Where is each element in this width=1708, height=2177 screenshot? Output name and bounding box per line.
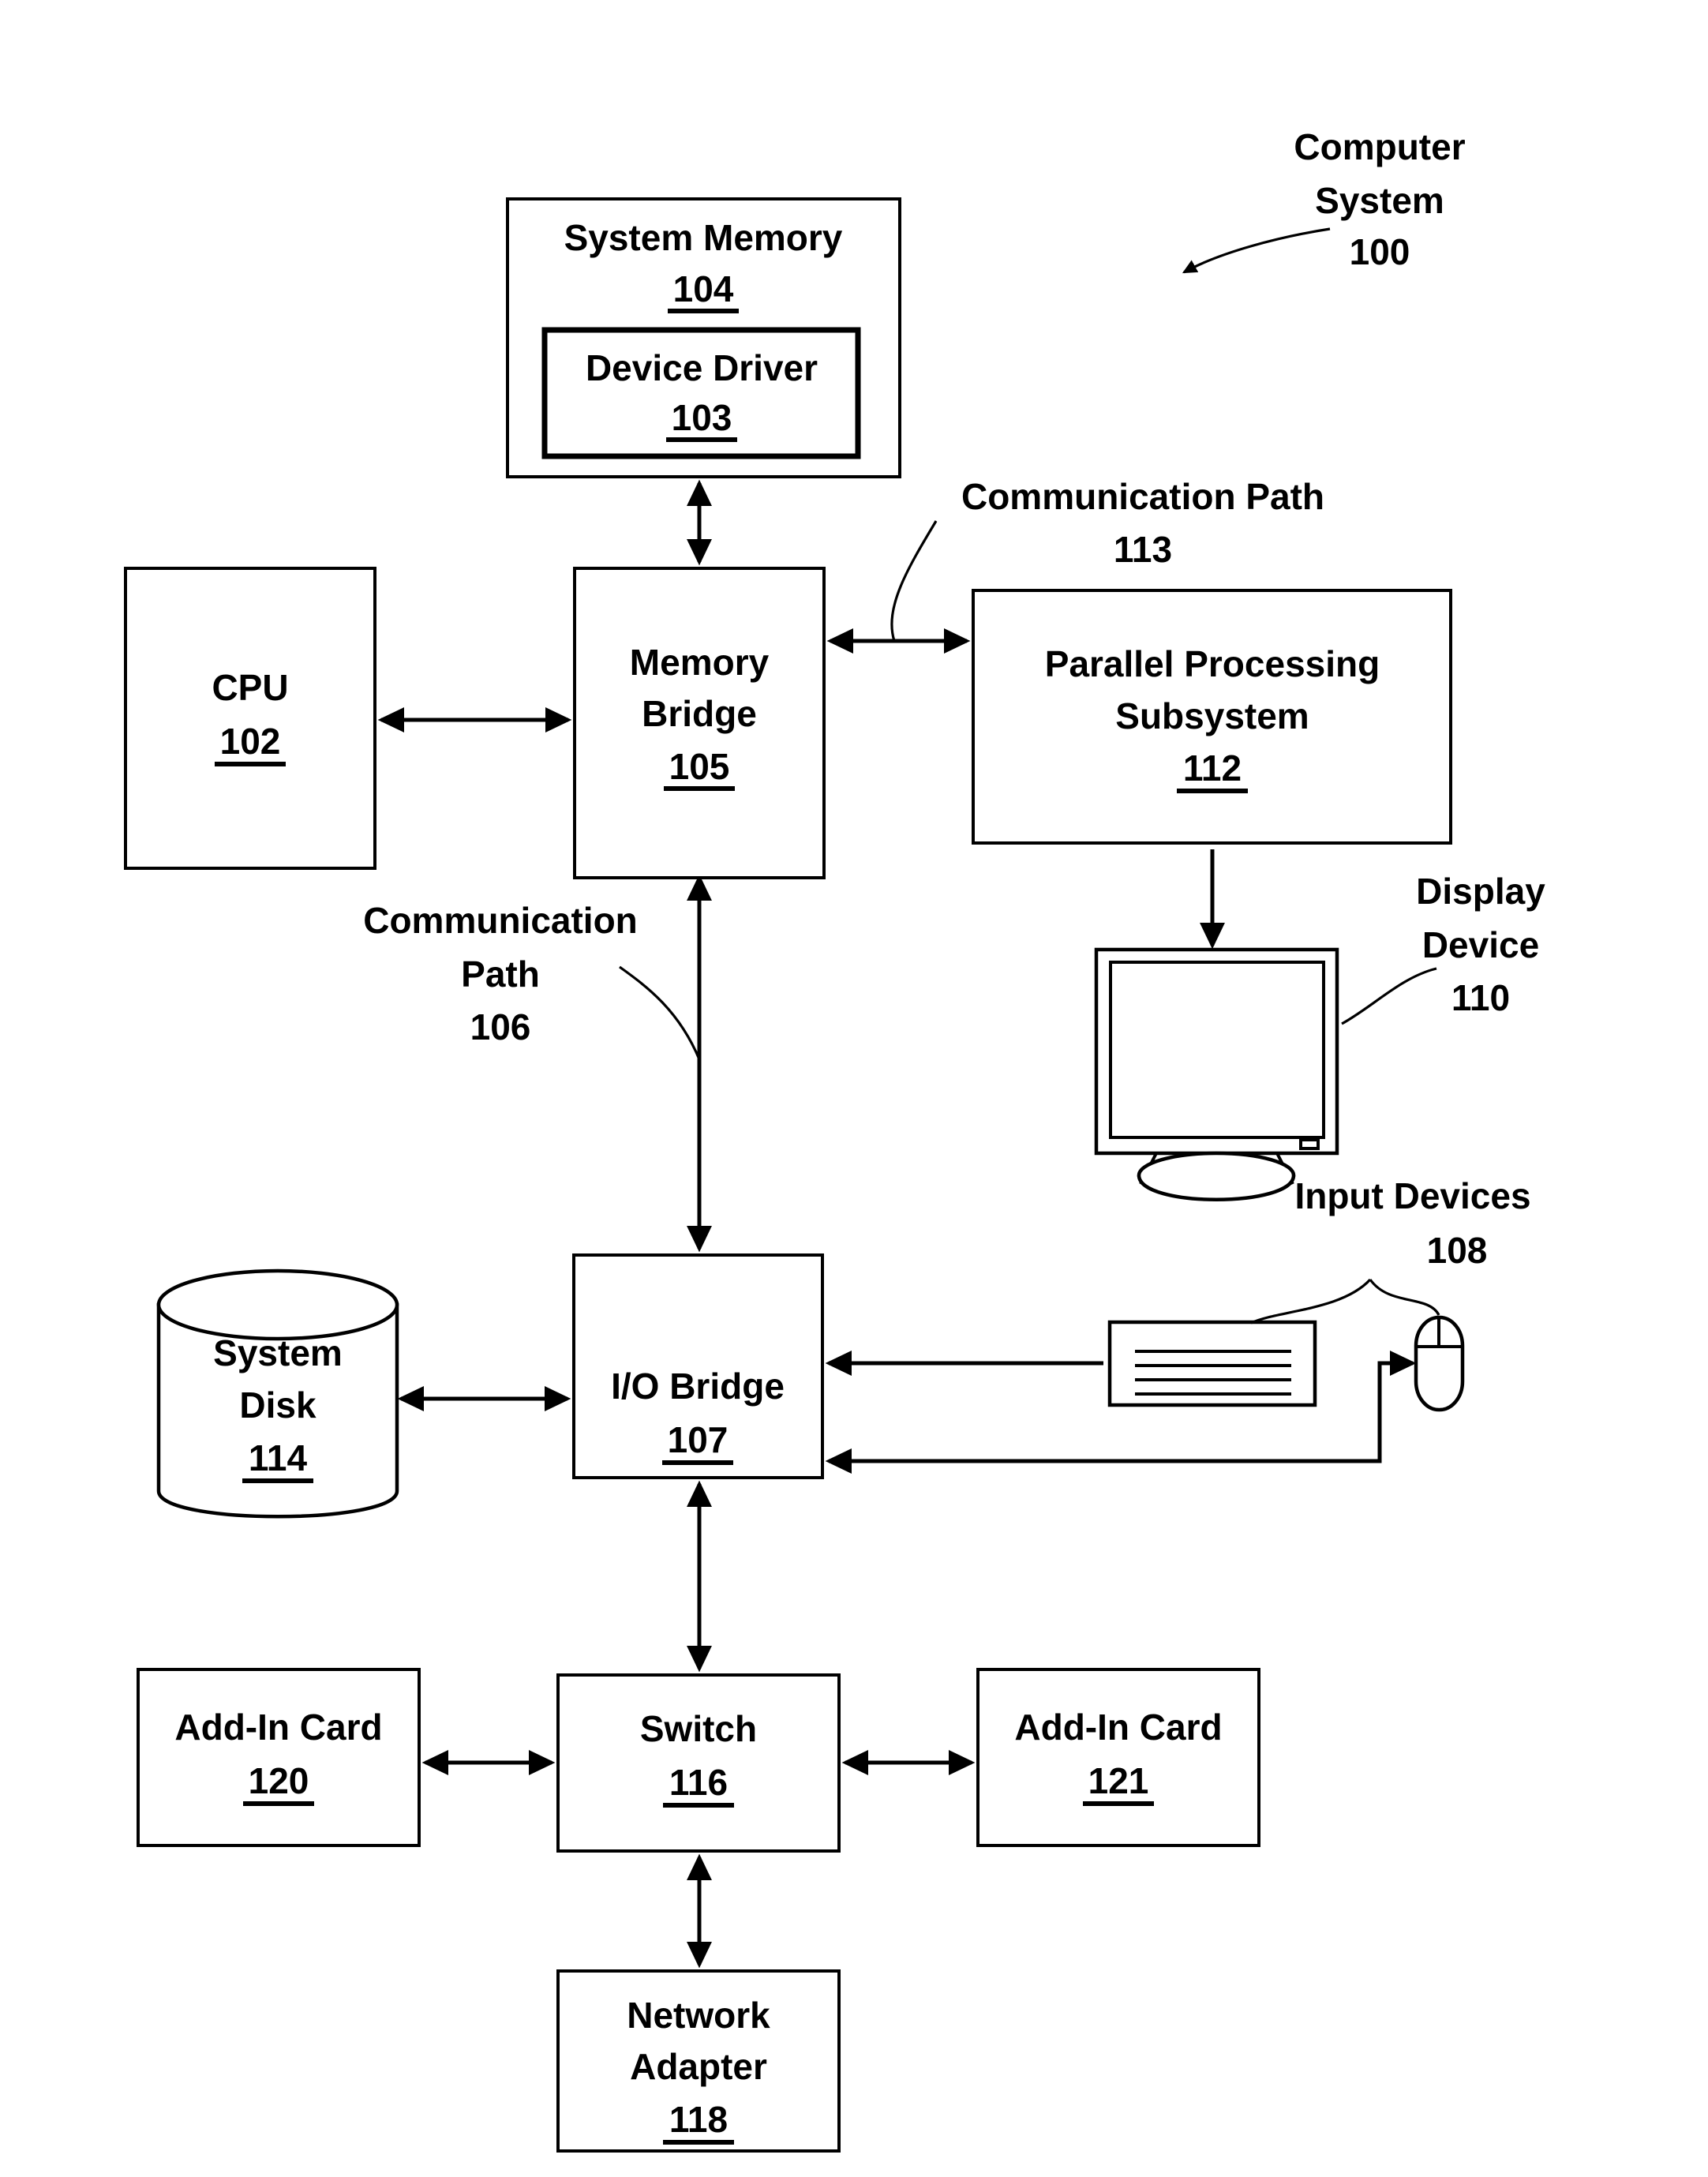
system-disk-line2: Disk <box>239 1385 317 1426</box>
switch-label: Switch <box>640 1708 757 1749</box>
add-in-card-121-label: Add-In Card <box>1014 1707 1222 1748</box>
block-parallel-processing-subsystem[interactable]: Parallel Processing Subsystem 112 <box>972 589 1452 845</box>
comm-path-106-line1: Communication <box>363 900 638 941</box>
mouse-icon <box>1414 1315 1465 1412</box>
block-io-bridge[interactable]: I/O Bridge 107 <box>572 1253 824 1479</box>
input-devices-leader-mouse <box>1369 1279 1440 1316</box>
block-add-in-card-121[interactable]: Add-In Card 121 <box>976 1668 1260 1847</box>
block-switch[interactable]: Switch 116 <box>556 1673 841 1853</box>
add-in-card-120-label: Add-In Card <box>174 1707 382 1748</box>
switch-ref: 116 <box>669 1762 728 1803</box>
comm-path-113-leader-line <box>890 520 938 642</box>
cpu-box <box>124 567 376 870</box>
display-device-ref: 110 <box>1451 977 1510 1018</box>
annotation-comm-path-106: Communication Path 106 <box>363 900 701 1060</box>
network-adapter-ref: 118 <box>669 2099 728 2140</box>
device-driver-label: Device Driver <box>586 347 818 388</box>
input-devices-ref: 108 <box>1427 1230 1488 1271</box>
input-devices-leader-keyboard <box>1250 1278 1372 1325</box>
annotation-display-device: Display Device 110 <box>1341 871 1545 1025</box>
monitor-base-lower <box>1137 1175 1296 1201</box>
system-disk-line1: System <box>213 1332 343 1373</box>
cpu-label: CPU <box>212 667 288 708</box>
computer-system-leader-line <box>1182 227 1331 274</box>
computer-system-line2: System <box>1315 180 1444 221</box>
memory-bridge-ref: 105 <box>669 746 730 787</box>
block-system-memory[interactable]: System Memory 104 Device Driver 103 <box>506 197 901 478</box>
block-network-adapter[interactable]: Network Adapter 118 <box>556 1969 841 2153</box>
comm-path-106-leader-line <box>619 965 701 1060</box>
network-adapter-line2: Adapter <box>630 2046 767 2087</box>
add-in-card-120-box <box>137 1668 421 1847</box>
display-device-line2: Device <box>1422 924 1539 965</box>
memory-bridge-line2: Bridge <box>642 693 757 734</box>
io-bridge-label: I/O Bridge <box>611 1366 785 1407</box>
io-bridge-ref: 107 <box>668 1419 729 1460</box>
cpu-ref: 102 <box>220 721 281 762</box>
add-in-card-121-box <box>976 1668 1260 1847</box>
annotation-computer-system: Computer System 100 <box>1182 126 1466 274</box>
comm-path-106-ref: 106 <box>470 1006 531 1047</box>
monitor-icon <box>1094 947 1339 1201</box>
display-device-line1: Display <box>1416 871 1545 912</box>
comm-path-113-line1: Communication Path <box>961 476 1324 517</box>
computer-system-diagram: System Memory 104 Device Driver 103 Comp… <box>124 126 1545 2153</box>
parallel-processing-line2: Subsystem <box>1115 695 1309 736</box>
keyboard-icon <box>1107 1320 1317 1407</box>
comm-path-113-ref: 113 <box>1114 529 1172 570</box>
add-in-card-120-ref: 120 <box>249 1760 309 1801</box>
block-device-driver[interactable]: Device Driver 103 <box>541 327 861 459</box>
display-device-leader-line <box>1341 967 1437 1025</box>
system-disk-ref: 114 <box>249 1437 308 1478</box>
computer-system-ref: 100 <box>1350 231 1410 272</box>
system-disk-top <box>156 1268 399 1341</box>
block-memory-bridge[interactable]: Memory Bridge 105 <box>573 567 826 879</box>
computer-system-line1: Computer <box>1294 126 1465 167</box>
network-adapter-line1: Network <box>627 1995 770 2036</box>
input-devices-line1: Input Devices <box>1294 1175 1530 1216</box>
system-memory-label: System Memory <box>564 217 843 258</box>
parallel-processing-ref: 112 <box>1183 748 1242 789</box>
block-cpu[interactable]: CPU 102 <box>124 567 376 870</box>
device-driver-ref: 103 <box>672 397 732 438</box>
system-memory-ref: 104 <box>673 268 734 309</box>
memory-bridge-line1: Memory <box>630 642 770 683</box>
block-add-in-card-120[interactable]: Add-In Card 120 <box>137 1668 421 1847</box>
figure-canvas: System Memory 104 Device Driver 103 Comp… <box>0 0 1708 2177</box>
parallel-processing-line1: Parallel Processing <box>1045 643 1380 684</box>
monitor-bezel <box>1094 947 1339 1156</box>
add-in-card-121-ref: 121 <box>1088 1760 1149 1801</box>
comm-path-106-line2: Path <box>461 954 540 995</box>
block-system-disk[interactable]: System Disk 114 <box>156 1268 399 1519</box>
annotation-input-devices: Input Devices 108 <box>1250 1175 1531 1325</box>
